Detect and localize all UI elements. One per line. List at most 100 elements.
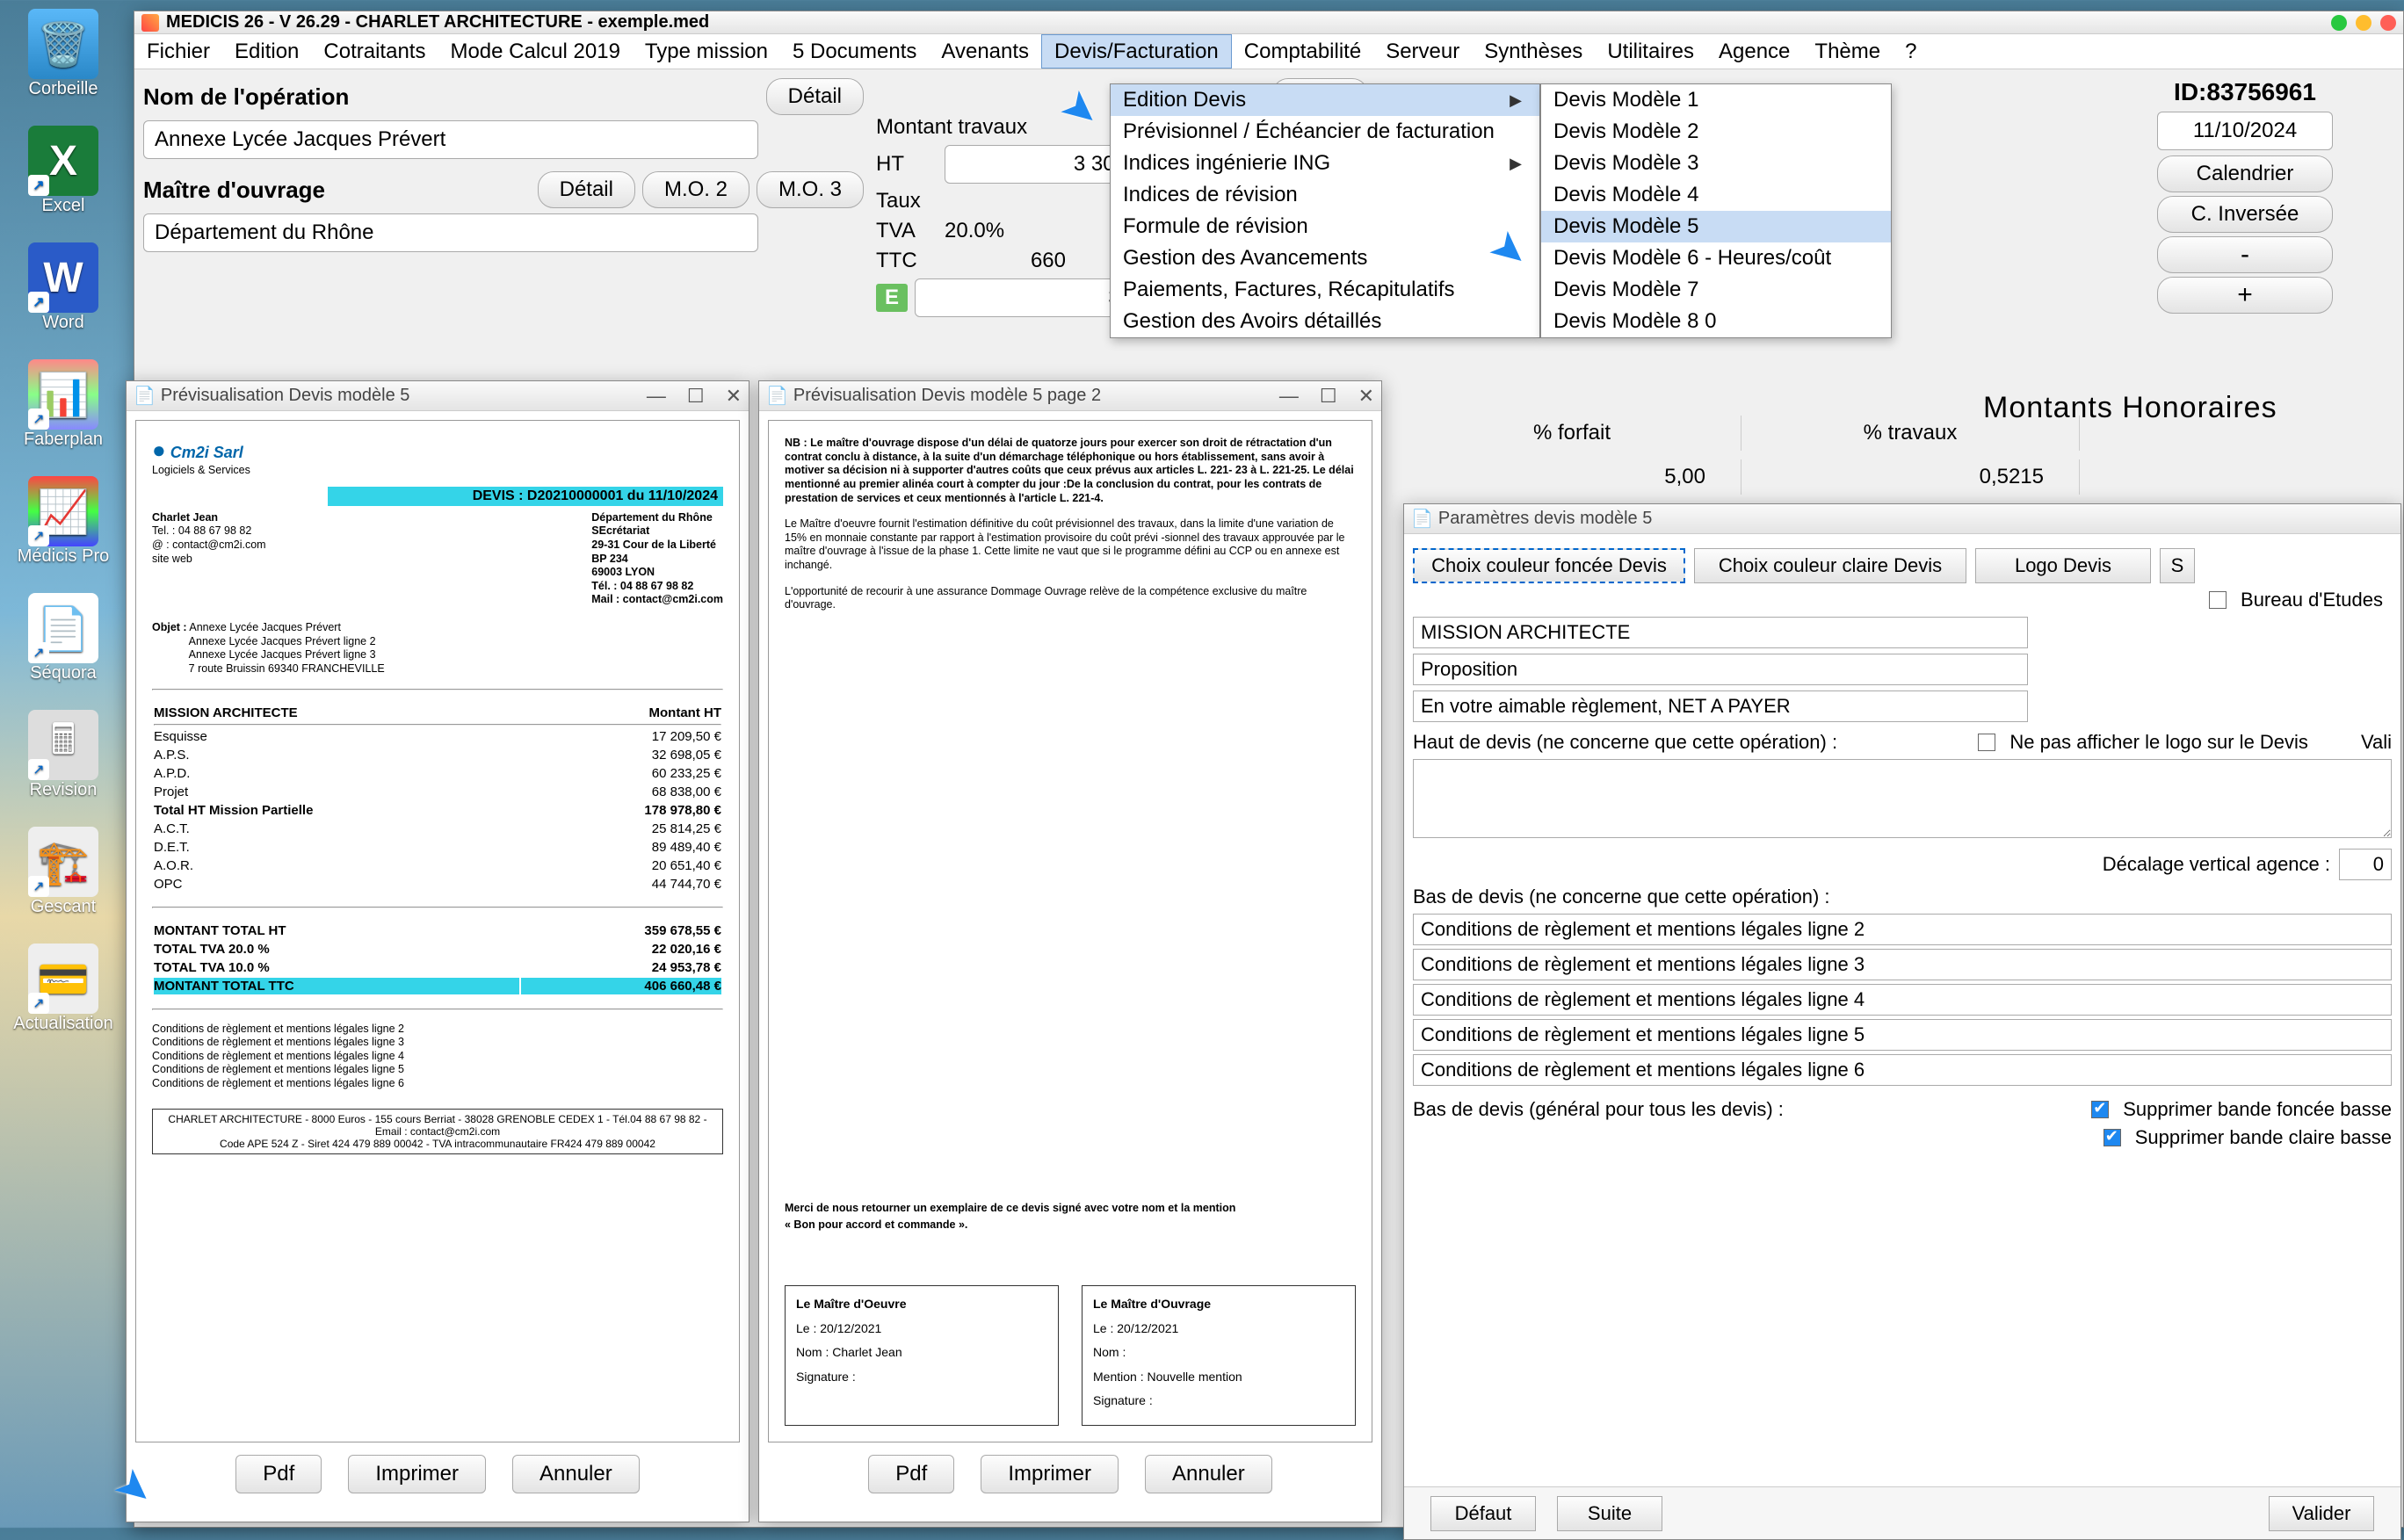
print-button[interactable]: Imprimer bbox=[348, 1455, 486, 1493]
submenu-item[interactable]: Devis Modèle 5 bbox=[1541, 211, 1891, 242]
window-buttons bbox=[2331, 15, 2396, 31]
desktop-icon-excel[interactable]: X↗Excel bbox=[11, 126, 116, 216]
minimize-icon[interactable]: — bbox=[1279, 385, 1299, 408]
submenu-item[interactable]: Devis Modèle 6 - Heures/coût bbox=[1541, 242, 1891, 274]
edition-devis-submenu: Devis Modèle 1Devis Modèle 2Devis Modèle… bbox=[1540, 83, 1892, 338]
mo2-button[interactable]: M.O. 2 bbox=[642, 171, 749, 208]
condition-input[interactable] bbox=[1413, 949, 2392, 980]
menu--[interactable]: ? bbox=[1893, 34, 1929, 69]
menu-avenants[interactable]: Avenants bbox=[929, 34, 1041, 69]
menu-item[interactable]: Gestion des Avoirs détaillés bbox=[1111, 306, 1539, 337]
desktop-icon-trash[interactable]: 🗑️Corbeille bbox=[11, 9, 116, 99]
print-button[interactable]: Imprimer bbox=[981, 1455, 1119, 1493]
supprimer-foncee-checkbox[interactable] bbox=[2091, 1101, 2109, 1118]
operation-block: Nom de l'opération Détail Annexe Lycée J… bbox=[143, 78, 864, 252]
desktop-icon-revision[interactable]: 🖩↗Revision bbox=[11, 710, 116, 800]
params-title: Paramètres devis modèle 5 bbox=[1438, 509, 1652, 529]
operation-input[interactable]: Annexe Lycée Jacques Prévert bbox=[143, 120, 758, 159]
close-icon[interactable]: ✕ bbox=[726, 385, 742, 408]
bureau-etudes-checkbox[interactable] bbox=[2209, 591, 2227, 609]
menu-item[interactable]: Paiements, Factures, Récapitulatifs bbox=[1111, 274, 1539, 306]
valider-button[interactable]: Valider bbox=[2269, 1496, 2374, 1531]
titlebar: MEDICIS 26 - V 26.29 - CHARLET ARCHITECT… bbox=[134, 11, 2403, 34]
close-button[interactable] bbox=[2380, 15, 2396, 31]
menu-type-mission[interactable]: Type mission bbox=[633, 34, 780, 69]
submenu-item[interactable]: Devis Modèle 3 bbox=[1541, 148, 1891, 179]
reglement-input[interactable] bbox=[1413, 690, 2028, 722]
preview1-actions: Pdf Imprimer Annuler bbox=[135, 1442, 740, 1506]
menu-cotraitants[interactable]: Cotraitants bbox=[311, 34, 438, 69]
suite-button[interactable]: Suite bbox=[1557, 1496, 1662, 1531]
submenu-item[interactable]: Devis Modèle 8 0 bbox=[1541, 306, 1891, 337]
haut-devis-textarea[interactable] bbox=[1413, 759, 2392, 838]
mo3-button[interactable]: M.O. 3 bbox=[757, 171, 864, 208]
condition-input[interactable] bbox=[1413, 1019, 2392, 1051]
detail-button-2[interactable]: Détail bbox=[538, 171, 635, 208]
minimize-button[interactable] bbox=[2331, 15, 2347, 31]
menu-item[interactable]: Gestion des Avancements bbox=[1111, 242, 1539, 274]
decalage-input[interactable] bbox=[2339, 849, 2392, 880]
menu-devis-facturation[interactable]: Devis/Facturation bbox=[1041, 34, 1232, 69]
haut-devis-label: Haut de devis (ne concerne que cette opé… bbox=[1413, 731, 1837, 754]
desktop-icon-word[interactable]: W↗Word bbox=[11, 242, 116, 333]
menu-5-documents[interactable]: 5 Documents bbox=[780, 34, 929, 69]
menu-serveur[interactable]: Serveur bbox=[1373, 34, 1472, 69]
menu-comptabilit-[interactable]: Comptabilité bbox=[1232, 34, 1373, 69]
no-logo-checkbox[interactable] bbox=[1978, 734, 1995, 751]
calendrier-button[interactable]: Calendrier bbox=[2157, 155, 2333, 192]
pdf-button[interactable]: Pdf bbox=[868, 1455, 954, 1493]
excel-icon: X↗ bbox=[28, 126, 98, 196]
menu-item[interactable]: Edition Devis▶ bbox=[1111, 84, 1539, 116]
minimize-icon[interactable]: — bbox=[647, 385, 666, 408]
menu-item[interactable]: Prévisionnel / Échéancier de facturation bbox=[1111, 116, 1539, 148]
proposition-input[interactable] bbox=[1413, 654, 2028, 685]
bas-devis-label: Bas de devis (ne concerne que cette opér… bbox=[1413, 886, 1830, 908]
maximize-icon[interactable]: ☐ bbox=[1320, 385, 1337, 408]
s-button[interactable]: S bbox=[2160, 548, 2195, 583]
date-input[interactable]: 11/10/2024 bbox=[2157, 112, 2333, 150]
condition-input[interactable] bbox=[1413, 914, 2392, 945]
close-icon[interactable]: ✕ bbox=[1358, 385, 1374, 408]
mission-input[interactable] bbox=[1413, 617, 2028, 648]
color-light-button[interactable]: Choix couleur claire Devis bbox=[1694, 548, 1966, 583]
menu-fichier[interactable]: Fichier bbox=[134, 34, 222, 69]
desktop-icon-faberplan[interactable]: 📊↗Faberplan bbox=[11, 359, 116, 450]
submenu-item[interactable]: Devis Modèle 2 bbox=[1541, 116, 1891, 148]
plus-button[interactable]: + bbox=[2157, 277, 2333, 314]
menu-item[interactable]: Indices ingénierie ING▶ bbox=[1111, 148, 1539, 179]
desktop-icon-sequora[interactable]: 📄↗Séquora bbox=[11, 593, 116, 683]
menu-synth-ses[interactable]: Synthèses bbox=[1472, 34, 1595, 69]
menu-edition[interactable]: Edition bbox=[222, 34, 311, 69]
minus-button[interactable]: - bbox=[2157, 236, 2333, 273]
e-badge[interactable]: E bbox=[876, 284, 908, 312]
submenu-item[interactable]: Devis Modèle 4 bbox=[1541, 179, 1891, 211]
condition-input[interactable] bbox=[1413, 1054, 2392, 1086]
menu-th-me[interactable]: Thème bbox=[1802, 34, 1893, 69]
maitre-ouvrage-input[interactable]: Département du Rhône bbox=[143, 213, 758, 252]
desktop-icon-medicispro[interactable]: 📈↗Médicis Pro bbox=[11, 476, 116, 567]
c-inversee-button[interactable]: C. Inversée bbox=[2157, 196, 2333, 233]
logo-devis-button[interactable]: Logo Devis bbox=[1975, 548, 2151, 583]
submenu-item[interactable]: Devis Modèle 7 bbox=[1541, 274, 1891, 306]
doc-footer: CHARLET ARCHITECTURE - 8000 Euros - 155 … bbox=[152, 1109, 723, 1154]
desktop-icon-actualisation[interactable]: 💳↗Actualisation bbox=[11, 944, 116, 1034]
menu-item[interactable]: Formule de révision bbox=[1111, 211, 1539, 242]
maximize-button[interactable] bbox=[2356, 15, 2371, 31]
menu-agence[interactable]: Agence bbox=[1706, 34, 1802, 69]
maximize-icon[interactable]: ☐ bbox=[687, 385, 705, 408]
menu-item[interactable]: Indices de révision bbox=[1111, 179, 1539, 211]
pdf-button[interactable]: Pdf bbox=[235, 1455, 322, 1493]
color-dark-button[interactable]: Choix couleur foncée Devis bbox=[1413, 548, 1685, 583]
menu-mode-calcul-2019[interactable]: Mode Calcul 2019 bbox=[438, 34, 632, 69]
supprimer-claire-checkbox[interactable] bbox=[2104, 1129, 2121, 1146]
detail-button[interactable]: Détail bbox=[766, 78, 864, 115]
desktop-icon-gescant[interactable]: 🏗️↗Gescant bbox=[11, 827, 116, 917]
cancel-button[interactable]: Annuler bbox=[512, 1455, 640, 1493]
defaut-button[interactable]: Défaut bbox=[1430, 1496, 1536, 1531]
menu-utilitaires[interactable]: Utilitaires bbox=[1595, 34, 1706, 69]
condition-input[interactable] bbox=[1413, 984, 2392, 1016]
submenu-item[interactable]: Devis Modèle 1 bbox=[1541, 84, 1891, 116]
id-label: ID:83756961 bbox=[2096, 78, 2394, 106]
cancel-button[interactable]: Annuler bbox=[1145, 1455, 1272, 1493]
ht-label: HT bbox=[876, 152, 938, 177]
